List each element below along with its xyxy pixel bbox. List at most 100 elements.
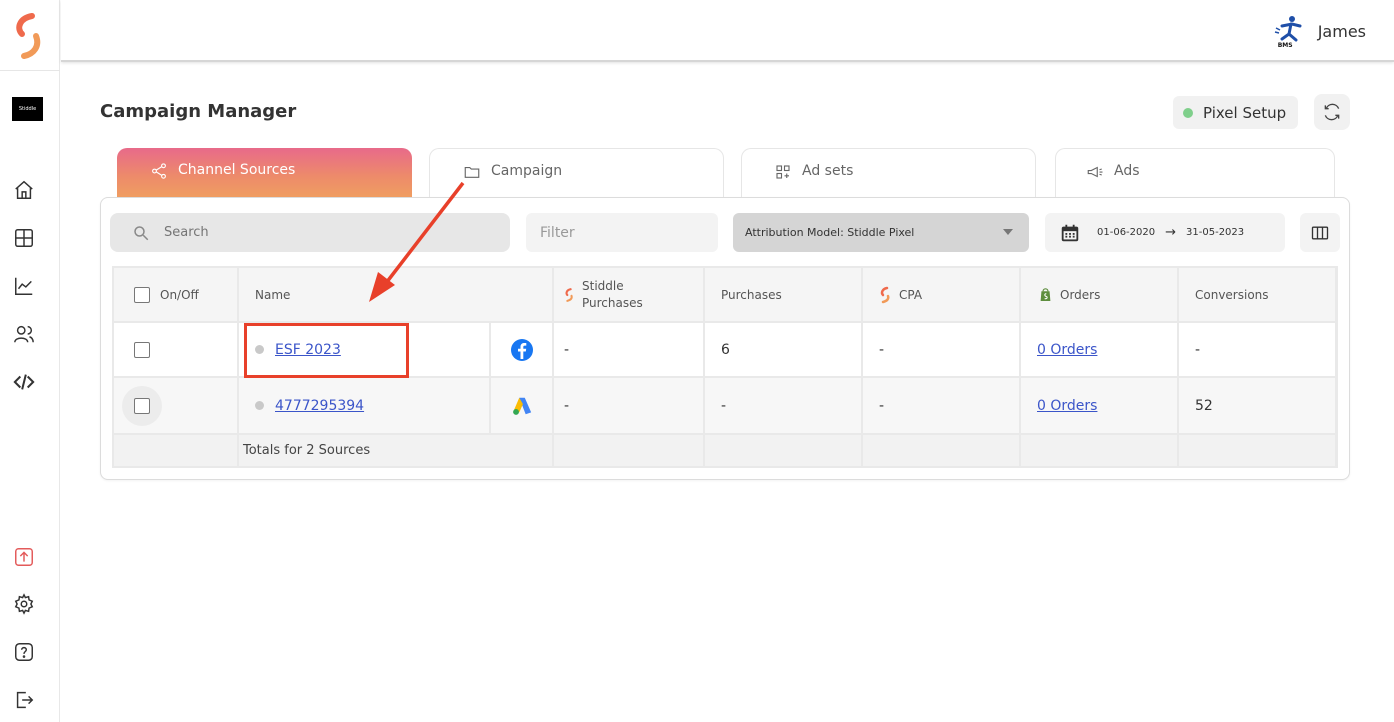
- user-name: James: [1317, 21, 1366, 41]
- header-onoff: On/Off: [114, 268, 237, 321]
- tab-label: Ads: [1114, 163, 1140, 179]
- header-stiddle-purchases[interactable]: Stiddle Purchases: [554, 268, 703, 321]
- columns-button[interactable]: [1300, 213, 1340, 252]
- table-row-1-name: ESF 2023: [239, 323, 489, 376]
- pixel-setup-label: Pixel Setup: [1203, 103, 1287, 122]
- table-row-2-cpa: -: [863, 378, 1019, 433]
- cell-value: -: [564, 397, 570, 414]
- cell-value: -: [879, 341, 885, 358]
- analytics-icon[interactable]: [10, 272, 38, 300]
- pixel-status-dot: [1183, 107, 1193, 118]
- cell-value: 6: [721, 341, 730, 358]
- refresh-button[interactable]: [1314, 94, 1350, 130]
- header-cpa-label: CPA: [899, 287, 923, 302]
- stiddle-logo[interactable]: [10, 12, 46, 60]
- table-row-2-name: 4777295394: [239, 378, 489, 433]
- tab-campaign[interactable]: Campaign: [429, 148, 724, 200]
- date-range-picker[interactable]: 01-06-2020 → 31-05-2023: [1045, 213, 1285, 252]
- sidebar: Stiddle: [0, 0, 60, 722]
- source-name-link[interactable]: ESF 2023: [275, 342, 341, 358]
- header-purchases-label: Purchases: [721, 287, 782, 302]
- tab-channel-sources[interactable]: Channel Sources: [117, 148, 412, 200]
- dashboard-icon[interactable]: [10, 224, 38, 252]
- header-name-label: Name: [255, 287, 291, 302]
- status-dot: [255, 401, 264, 410]
- table-row-1-orders: 0 Orders: [1021, 323, 1177, 376]
- table-row-2-platform: [491, 378, 552, 433]
- tab-label: Channel Sources: [178, 162, 296, 178]
- tab-ad-sets[interactable]: Ad sets: [741, 148, 1036, 200]
- table-footer-totals: Totals for 2 Sources: [239, 435, 552, 466]
- brand-tile[interactable]: Stiddle: [12, 97, 43, 121]
- table-row-1-purchases: 6: [705, 323, 861, 376]
- cell-value: -: [564, 341, 570, 358]
- select-all-checkbox[interactable]: [134, 286, 150, 303]
- header-cpa[interactable]: CPA: [863, 268, 1019, 321]
- filter-placeholder: Filter: [540, 224, 575, 241]
- source-name-link[interactable]: 4777295394: [275, 398, 364, 414]
- page-title: Campaign Manager: [100, 101, 297, 122]
- users-icon[interactable]: [10, 320, 38, 348]
- table-footer-cell: [1179, 435, 1335, 466]
- table-row-1-onoff: [114, 323, 237, 376]
- table-row-2-onoff: [114, 378, 237, 433]
- table-footer-empty: [114, 435, 237, 466]
- checkbox-hover-ring: [122, 385, 162, 426]
- code-icon[interactable]: [10, 368, 38, 396]
- table-footer-cell: [863, 435, 1019, 466]
- stiddle-logo-icon: [880, 286, 890, 303]
- upload-icon[interactable]: [10, 543, 38, 571]
- date-to: 31-05-2023: [1186, 227, 1245, 238]
- header-onoff-label: On/Off: [160, 287, 199, 302]
- attribution-model-select[interactable]: Attribution Model: Stiddle Pixel: [733, 213, 1029, 252]
- settings-icon[interactable]: [10, 590, 38, 618]
- cell-value: -: [1195, 341, 1201, 358]
- search-input[interactable]: [164, 225, 464, 240]
- header-orders[interactable]: Orders: [1021, 268, 1177, 321]
- attribution-model-label: Attribution Model: Stiddle Pixel: [745, 226, 915, 239]
- chevron-down-icon: [1003, 229, 1013, 235]
- calendar-icon: [1061, 224, 1079, 241]
- tab-ads[interactable]: Ads: [1055, 148, 1335, 200]
- megaphone-icon: [1087, 166, 1103, 178]
- sidebar-divider: [0, 70, 60, 71]
- pixel-setup-button[interactable]: Pixel Setup: [1173, 96, 1298, 129]
- cell-value: -: [879, 397, 885, 414]
- logout-icon[interactable]: [10, 686, 38, 714]
- google-ads-icon: [512, 397, 531, 415]
- home-icon[interactable]: [10, 176, 38, 204]
- orders-link[interactable]: 0 Orders: [1037, 342, 1097, 358]
- top-bar: BMS James: [61, 0, 1394, 62]
- share-icon: [152, 163, 166, 179]
- user-menu[interactable]: BMS James: [1272, 14, 1366, 49]
- columns-icon: [1311, 226, 1329, 239]
- table-row-1-stiddle-purchases: -: [554, 323, 703, 376]
- filter-field[interactable]: Filter: [526, 213, 718, 252]
- tab-label: Campaign: [491, 163, 563, 179]
- grid-plus-icon: [776, 165, 790, 179]
- orders-link[interactable]: 0 Orders: [1037, 398, 1097, 414]
- tab-label: Ad sets: [802, 163, 854, 179]
- cell-value: 52: [1195, 397, 1213, 414]
- header-purchases[interactable]: Purchases: [705, 268, 861, 321]
- search-box[interactable]: [110, 213, 510, 252]
- arrow-right-icon: →: [1165, 225, 1177, 240]
- table-row-2-stiddle-purchases: -: [554, 378, 703, 433]
- header-name[interactable]: Name: [239, 268, 552, 321]
- table-row-1-platform: [491, 323, 552, 376]
- help-icon[interactable]: [10, 638, 38, 666]
- table-footer-cell: [705, 435, 861, 466]
- facebook-icon: [510, 338, 533, 361]
- refresh-icon: [1324, 103, 1340, 121]
- totals-label: Totals for 2 Sources: [243, 443, 371, 458]
- header-conversions[interactable]: Conversions: [1179, 268, 1335, 321]
- org-logo: BMS: [1272, 14, 1306, 49]
- header-conversions-label: Conversions: [1195, 287, 1269, 302]
- row-checkbox[interactable]: [134, 397, 150, 414]
- cell-value: -: [721, 397, 727, 414]
- shopify-icon: [1040, 288, 1051, 301]
- brand-tile-text: Stiddle: [18, 106, 37, 112]
- table-row-2-conversions: 52: [1179, 378, 1335, 433]
- row-checkbox[interactable]: [134, 341, 150, 358]
- folder-icon: [464, 166, 480, 178]
